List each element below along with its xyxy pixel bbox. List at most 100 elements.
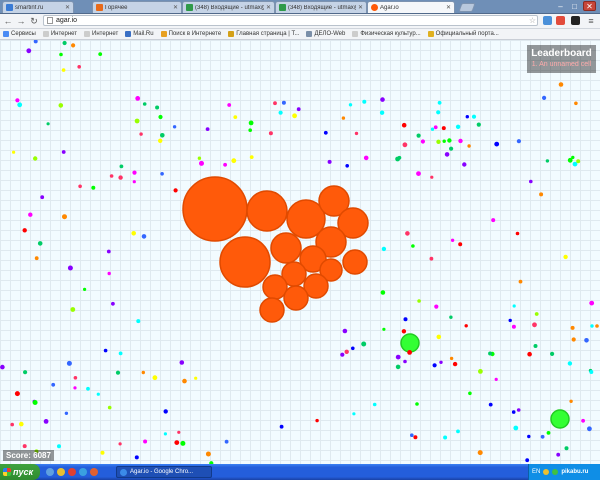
food-pellet xyxy=(107,271,111,276)
bookmark-item[interactable]: Официальный порта... xyxy=(427,31,499,37)
quicklaunch-icon[interactable] xyxy=(57,468,65,476)
food-pellet xyxy=(491,218,496,223)
food-pellet xyxy=(395,354,401,360)
food-pellet xyxy=(111,301,115,306)
food-pellet xyxy=(100,450,105,455)
bookmark-label: Сервисы xyxy=(11,31,36,37)
bookmark-item[interactable]: Интернет xyxy=(42,31,77,37)
extension-icon[interactable] xyxy=(571,16,580,25)
food-pellet xyxy=(22,228,27,233)
minimize-button[interactable]: – xyxy=(554,1,567,11)
food-pellet xyxy=(132,180,136,184)
extension-icon[interactable] xyxy=(543,16,552,25)
food-pellet xyxy=(61,68,66,72)
food-pellet xyxy=(430,175,434,179)
star-icon[interactable]: ☆ xyxy=(529,16,536,25)
food-pellet xyxy=(545,159,550,163)
food-pellet xyxy=(550,351,555,356)
page-icon xyxy=(42,31,49,37)
reload-icon[interactable]: ↻ xyxy=(28,15,40,27)
close-icon[interactable]: ✕ xyxy=(173,4,178,11)
taskbar-window-label: Agar.io - Google Chro... xyxy=(130,469,194,475)
close-icon[interactable]: ✕ xyxy=(266,4,271,11)
close-icon[interactable]: ✕ xyxy=(358,4,363,11)
food-pellet xyxy=(415,402,419,406)
food-pellet xyxy=(462,162,467,167)
tab-mail-2[interactable]: (348) Входящие - utmax@i... ✕ xyxy=(275,1,367,13)
bookmark-item[interactable]: Mail.Ru xyxy=(125,31,154,37)
taskbar-window-button[interactable]: Agar.io - Google Chro... xyxy=(116,466,212,478)
food-pellet xyxy=(444,152,450,157)
menu-icon[interactable]: ≡ xyxy=(585,15,597,27)
tab-smartinf[interactable]: smartinf.ru ✕ xyxy=(2,1,74,13)
food-pellet xyxy=(416,133,421,138)
bookmark-item[interactable]: Физическая культур... xyxy=(352,31,421,37)
food-pellet xyxy=(173,188,178,193)
maximize-button[interactable]: □ xyxy=(568,1,581,11)
food-pellet xyxy=(23,370,28,375)
close-icon[interactable]: ✕ xyxy=(65,4,70,11)
food-pellet xyxy=(345,164,350,168)
food-pellet xyxy=(62,40,67,46)
tab-mail-1[interactable]: (348) Входящие - utmax@i... ✕ xyxy=(182,1,275,13)
quicklaunch-icon[interactable] xyxy=(68,468,76,476)
bookmark-item[interactable]: Главная страница | T... xyxy=(228,31,299,37)
start-button[interactable]: пуск xyxy=(0,464,40,480)
mail-icon xyxy=(125,31,132,37)
food-pellet xyxy=(513,425,519,431)
extension-icon[interactable] xyxy=(556,16,565,25)
food-pellet xyxy=(533,344,538,348)
food-pellet xyxy=(163,409,168,414)
leaderboard-title: Leaderboard xyxy=(531,48,592,59)
window-close-button[interactable]: ✕ xyxy=(583,1,596,11)
food-pellet xyxy=(518,279,523,284)
food-pellet xyxy=(477,450,483,456)
quicklaunch-icon[interactable] xyxy=(79,468,87,476)
tray-icon[interactable] xyxy=(543,469,550,475)
bookmark-item[interactable]: Поиск в Интернете xyxy=(160,31,221,37)
page-icon xyxy=(84,31,91,37)
food-pellet xyxy=(436,139,441,144)
game-canvas[interactable]: Leaderboard 1. An unnamed cell Score: 60… xyxy=(0,40,600,464)
player-cell xyxy=(182,176,248,242)
dollar-icon xyxy=(228,31,235,37)
food-pellet xyxy=(539,192,544,197)
food-pellet xyxy=(437,100,442,105)
food-pellet xyxy=(342,328,348,334)
forward-icon[interactable]: → xyxy=(15,15,27,27)
tab-goryachee[interactable]: Горячее ✕ xyxy=(92,1,182,13)
food-pellet xyxy=(441,126,446,131)
food-pellet xyxy=(352,412,356,416)
food-pellet xyxy=(587,426,592,432)
food-pellet xyxy=(152,375,158,381)
back-icon[interactable]: ← xyxy=(2,15,14,27)
food-pellet xyxy=(403,317,408,322)
language-indicator[interactable]: EN xyxy=(532,469,540,475)
tab-title: (348) Входящие - utmax@i... xyxy=(288,4,356,11)
address-bar[interactable]: agar.io ☆ xyxy=(43,15,538,26)
food-pellet xyxy=(248,120,254,126)
bookmark-label: ДЕЛО-Web xyxy=(314,31,346,37)
quicklaunch-icon[interactable] xyxy=(90,468,98,476)
food-pellet xyxy=(327,159,332,164)
food-pellet xyxy=(567,361,573,366)
food-pellet xyxy=(429,256,434,261)
food-pellet xyxy=(33,156,38,161)
food-pellet xyxy=(158,114,163,120)
close-icon[interactable]: ✕ xyxy=(446,4,451,11)
food-pellet xyxy=(205,451,211,457)
tray-icon[interactable] xyxy=(552,469,559,475)
bookmark-item[interactable]: ДЕЛО-Web xyxy=(306,31,345,37)
food-pellet xyxy=(478,369,483,374)
food-pellet xyxy=(78,184,82,189)
food-pellet xyxy=(273,101,277,106)
tab-agario[interactable]: Agar.io ✕ xyxy=(367,1,455,13)
food-pellet xyxy=(86,386,90,391)
windows-logo-icon xyxy=(3,468,11,476)
bookmark-item[interactable]: Интернет xyxy=(84,31,118,37)
new-tab-button[interactable] xyxy=(458,3,476,12)
quicklaunch-icon[interactable] xyxy=(46,468,54,476)
food-pellet xyxy=(413,435,418,440)
food-pellet xyxy=(118,351,123,356)
bookmark-item[interactable]: Сервисы xyxy=(3,31,36,37)
